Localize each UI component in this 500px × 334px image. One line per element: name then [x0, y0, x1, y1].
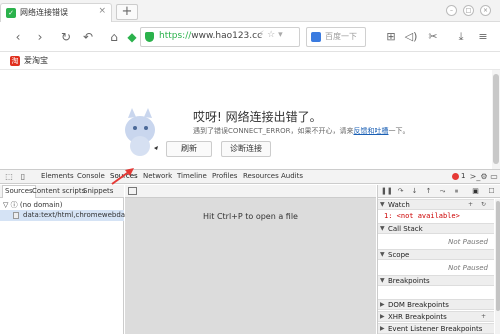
- file-icon: [13, 212, 19, 219]
- tree-file-chromewebdata[interactable]: data:text/html,chromewebdata: [0, 210, 132, 221]
- navigator-tab-bar: Sources Content scripts Snippets: [0, 185, 124, 198]
- tab-favicon-icon: ✓: [6, 8, 16, 18]
- annotation-arrow-icon: [111, 168, 134, 185]
- pane-call-stack[interactable]: ▼ Call Stack: [378, 223, 494, 234]
- scope-status: Not Paused: [448, 264, 488, 272]
- devtools-tab-bar: ⬚ ▯ Elements Console Sources Network Tim…: [0, 170, 500, 184]
- browser-toolbar: ‹ › ↻ ↶ ⌂ ◆ https://www.hao123.cc ⚡ ☆ ▾ …: [0, 22, 500, 52]
- expand-scope-icon: ▼: [380, 251, 385, 258]
- editor-hint: Hit Ctrl+P to open a file: [203, 212, 298, 221]
- undo-icon[interactable]: ↶: [78, 27, 98, 47]
- secure-lock-icon: [145, 32, 154, 42]
- add-watch-icon[interactable]: +: [468, 201, 473, 208]
- tab-network[interactable]: Network: [143, 172, 172, 180]
- error-page: 哎呀! 网络连接出错了。 遇到了错误CONNECT_ERROR，如果不开心，请来…: [0, 70, 492, 169]
- sources-navigator: Sources Content scripts Snippets ▽ ⓘ (no…: [0, 185, 132, 334]
- bookmark-aitaobao[interactable]: 爱淘宝: [24, 55, 48, 66]
- error-count[interactable]: 1: [461, 172, 465, 180]
- debugger-toolbar: ❚❚ ↷ ↓ ↑ ⤳ ⏸ ▣ ☐: [378, 185, 500, 198]
- pane-xhr-breakpoints[interactable]: ▶ XHR Breakpoints +: [378, 311, 494, 322]
- shield-icon[interactable]: ◆: [122, 27, 142, 47]
- tab-timeline[interactable]: Timeline: [177, 172, 207, 180]
- new-tab-button[interactable]: +: [116, 4, 138, 20]
- nav-tab-snippets[interactable]: Snippets: [83, 187, 113, 195]
- device-mode-icon[interactable]: ▯: [17, 171, 29, 183]
- address-status-icons[interactable]: ⚡ ☆ ▾: [258, 30, 283, 40]
- debugger-scrollbar-thumb[interactable]: [496, 201, 500, 311]
- dock-icon[interactable]: ▭: [488, 171, 500, 183]
- tab-network-error[interactable]: ✓ 网络连接错误 ×: [0, 3, 112, 22]
- async-icon[interactable]: ▣: [470, 186, 481, 197]
- minimize-icon[interactable]: –: [446, 5, 457, 16]
- inspect-element-icon[interactable]: ⬚: [3, 171, 15, 183]
- expand-watch-icon: ▼: [380, 201, 385, 208]
- page-scrollbar-thumb[interactable]: [493, 74, 499, 164]
- debugger-sidebar: ❚❚ ↷ ↓ ↑ ⤳ ⏸ ▣ ☐ ▼ Watch + ↻ 1: <not ava…: [377, 185, 500, 334]
- expand-call-stack-icon: ▼: [380, 225, 385, 232]
- bookmarks-bar: 淘 爱淘宝: [0, 52, 500, 70]
- refresh-button[interactable]: 刷新: [166, 141, 212, 157]
- expand-event-listener-icon: ▶: [380, 325, 385, 332]
- tab-elements[interactable]: Elements: [41, 172, 74, 180]
- maximize-icon[interactable]: □: [463, 5, 474, 16]
- tab-audits[interactable]: Audits: [281, 172, 303, 180]
- error-title: 哎呀! 网络连接出错了。: [193, 110, 322, 124]
- close-window-icon[interactable]: ×: [480, 5, 491, 16]
- pane-event-listener-breakpoints[interactable]: ▶ Event Listener Breakpoints: [378, 323, 494, 334]
- step-out-icon[interactable]: ↑: [423, 186, 434, 197]
- devtools-panel: ⬚ ▯ Elements Console Sources Network Tim…: [0, 169, 500, 334]
- pane-dom-breakpoints[interactable]: ▶ DOM Breakpoints: [378, 299, 494, 310]
- search-engine-icon[interactable]: [311, 32, 321, 42]
- tab-console[interactable]: Console: [77, 172, 105, 180]
- expand-xhr-breakpoints-icon: ▶: [380, 313, 385, 320]
- call-stack-status: Not Paused: [448, 238, 488, 246]
- taobao-icon: 淘: [10, 56, 20, 66]
- forward-icon[interactable]: ›: [30, 27, 50, 47]
- tab-title: 网络连接错误: [20, 8, 68, 17]
- nav-tab-content-scripts[interactable]: Content scripts: [32, 187, 85, 195]
- sound-icon[interactable]: ◁): [402, 27, 420, 47]
- tab-profiles[interactable]: Profiles: [212, 172, 237, 180]
- pane-watch[interactable]: ▼ Watch + ↻: [378, 199, 494, 210]
- scissors-icon[interactable]: ✂: [424, 27, 442, 47]
- error-count-icon[interactable]: [452, 173, 459, 180]
- menu-icon[interactable]: ≡: [474, 27, 492, 47]
- pane-scope[interactable]: ▼ Scope: [378, 249, 494, 260]
- expand-dom-breakpoints-icon: ▶: [380, 301, 385, 308]
- pause-icon[interactable]: ❚❚: [381, 186, 393, 197]
- pause-on-exceptions-icon[interactable]: ⏸: [451, 186, 462, 197]
- tree-no-domain[interactable]: ▽ ⓘ (no domain): [3, 200, 62, 210]
- home-icon[interactable]: ⌂: [104, 27, 124, 47]
- diagnose-button[interactable]: 诊断连接: [221, 141, 271, 157]
- feedback-link[interactable]: 反馈和吐槽: [353, 127, 388, 135]
- editor-toolbar: [125, 185, 376, 198]
- nav-tab-sources[interactable]: Sources: [2, 185, 36, 198]
- debugger-scrollbar[interactable]: [495, 199, 500, 334]
- expand-breakpoints-icon: ▼: [380, 277, 385, 284]
- tab-close-icon[interactable]: ×: [98, 6, 106, 16]
- error-mascot-icon: [125, 108, 158, 156]
- deactivate-breakpoints-icon[interactable]: ⤳: [437, 186, 448, 197]
- step-over-icon[interactable]: ↷: [395, 186, 406, 197]
- source-editor[interactable]: Hit Ctrl+P to open a file: [125, 185, 376, 334]
- async-checkbox[interactable]: ☐: [486, 186, 497, 197]
- browser-title-bar: ✓ 网络连接错误 × + – □ ×: [0, 0, 500, 22]
- refresh-watch-icon[interactable]: ↻: [481, 201, 486, 208]
- tab-resources[interactable]: Resources: [243, 172, 279, 180]
- address-url[interactable]: https://www.hao123.cc: [159, 31, 262, 41]
- pane-breakpoints[interactable]: ▼ Breakpoints: [378, 275, 494, 286]
- watch-expression[interactable]: 1: <not available>: [384, 212, 460, 220]
- add-xhr-breakpoint-icon[interactable]: +: [481, 313, 486, 320]
- page-scrollbar[interactable]: [492, 70, 500, 169]
- toggle-navigator-icon[interactable]: [128, 187, 137, 195]
- grid-icon[interactable]: ⊞: [382, 27, 400, 47]
- tree-file-label: data:text/html,chromewebdata: [23, 211, 133, 219]
- search-input[interactable]: 百度一下: [306, 27, 366, 47]
- reload-icon[interactable]: ↻: [56, 27, 76, 47]
- back-icon[interactable]: ‹: [8, 27, 28, 47]
- search-placeholder: 百度一下: [325, 32, 357, 41]
- step-into-icon[interactable]: ↓: [409, 186, 420, 197]
- download-icon[interactable]: ⤓: [452, 27, 470, 47]
- error-description: 遇到了错误CONNECT_ERROR，如果不开心，请来反馈和吐槽一下。: [193, 127, 410, 135]
